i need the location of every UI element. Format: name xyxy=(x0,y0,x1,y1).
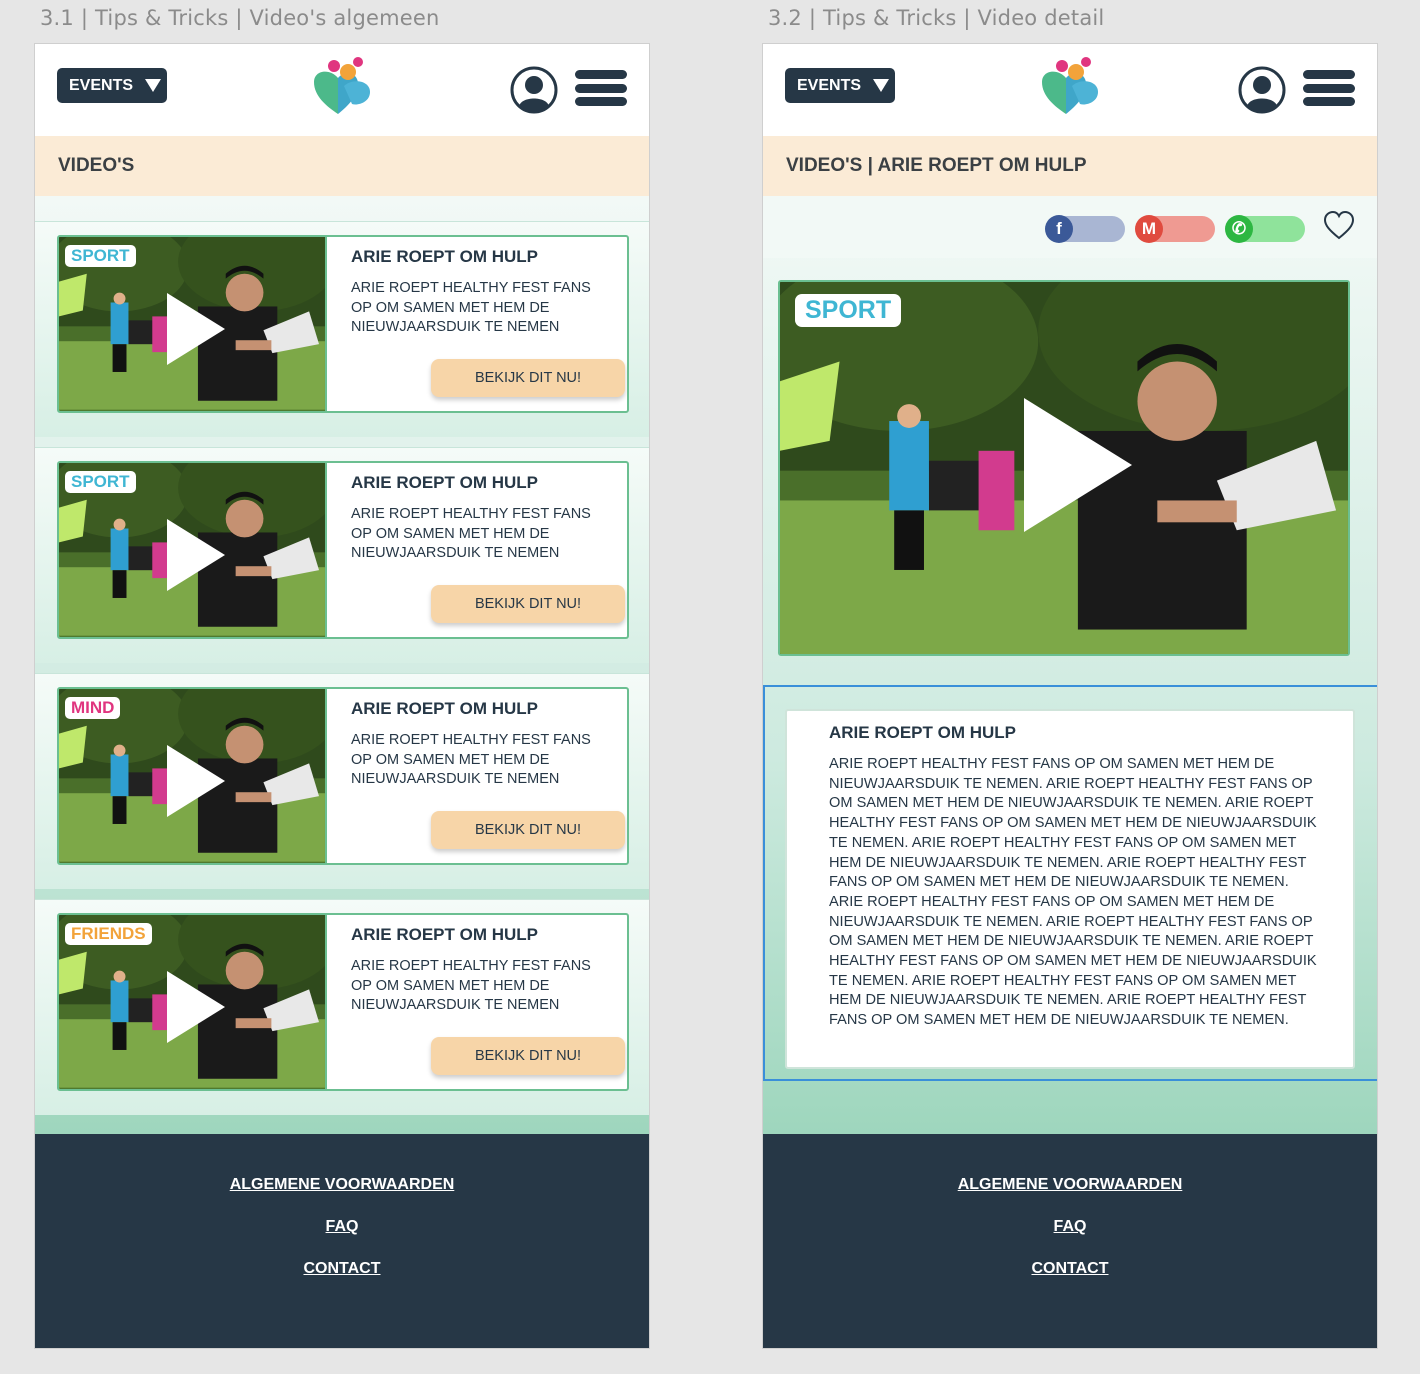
artboard-label-list: 3.1 | Tips & Tricks | Video's algemeen xyxy=(40,6,440,30)
description-text: ARIE ROEPT HEALTHY FEST FANS OP OM SAMEN… xyxy=(829,756,1317,1029)
footer-link-terms[interactable]: ALGEMENE VOORWAARDEN xyxy=(763,1176,1377,1194)
category-tag: MIND xyxy=(65,697,121,719)
footer: ALGEMENE VOORWAARDEN FAQ CONTACT xyxy=(35,1134,649,1348)
video-detail-screen: EVENTS VIDEO'S | ARIE ROEPT OM HULP f M … xyxy=(762,43,1378,1349)
video-card[interactable]: FRIENDS ARIE ROEPT OM HULP ARIE ROEPT HE… xyxy=(57,913,629,1091)
gmail-icon: M xyxy=(1135,215,1163,243)
footer-link-contact[interactable]: CONTACT xyxy=(763,1260,1377,1278)
play-icon[interactable] xyxy=(167,293,225,365)
video-card[interactable]: MIND ARIE ROEPT OM HULP ARIE ROEPT HEALT… xyxy=(57,687,629,865)
whatsapp-icon: ✆ xyxy=(1225,215,1253,243)
share-bar: f M ✆ xyxy=(763,196,1377,258)
footer: ALGEMENE VOORWAARDEN FAQ CONTACT xyxy=(763,1134,1377,1348)
play-icon[interactable] xyxy=(1024,398,1132,532)
video-list-section: MIND ARIE ROEPT OM HULP ARIE ROEPT HEALT… xyxy=(35,673,649,889)
category-tag: SPORT xyxy=(65,471,136,493)
video-list-section: FRIENDS ARIE ROEPT OM HULP ARIE ROEPT HE… xyxy=(35,899,649,1115)
events-dropdown-button[interactable]: EVENTS xyxy=(785,68,895,103)
footer-link-contact[interactable]: CONTACT xyxy=(35,1260,649,1278)
video-thumbnail[interactable]: SPORT xyxy=(59,237,327,411)
artboard-label-detail: 3.2 | Tips & Tricks | Video detail xyxy=(768,6,1105,30)
caret-down-icon xyxy=(873,79,890,92)
video-thumbnail[interactable]: MIND xyxy=(59,689,327,863)
events-label: EVENTS xyxy=(797,76,862,94)
share-whatsapp-button[interactable]: ✆ xyxy=(1225,215,1305,243)
header: EVENTS xyxy=(763,44,1377,136)
hamburger-menu-icon[interactable] xyxy=(1303,70,1355,108)
video-summary: ARIE ROEPT HEALTHY FEST FANS OP OM SAMEN… xyxy=(351,280,591,335)
healthy-fest-heart-logo[interactable] xyxy=(1036,52,1104,120)
watch-now-button[interactable]: BEKIJK DIT NU! xyxy=(431,1037,625,1075)
video-title: ARIE ROEPT OM HULP xyxy=(351,473,539,492)
user-icon[interactable] xyxy=(510,66,558,114)
video-list-section: SPORT ARIE ROEPT OM HULP ARIE ROEPT HEAL… xyxy=(35,447,649,663)
description-section: ARIE ROEPT OM HULP ARIE ROEPT HEALTHY FE… xyxy=(763,685,1377,1081)
video-title: ARIE ROEPT OM HULP xyxy=(351,925,539,944)
video-title: ARIE ROEPT OM HULP xyxy=(351,699,539,718)
footer-link-terms[interactable]: ALGEMENE VOORWAARDEN xyxy=(35,1176,649,1194)
events-label: EVENTS xyxy=(69,76,134,94)
watch-now-button[interactable]: BEKIJK DIT NU! xyxy=(431,811,625,849)
category-tag: SPORT xyxy=(65,245,136,267)
user-icon[interactable] xyxy=(1238,66,1286,114)
video-list-section: SPORT ARIE ROEPT OM HULP ARIE ROEPT HEAL… xyxy=(35,221,649,437)
video-summary: ARIE ROEPT HEALTHY FEST FANS OP OM SAMEN… xyxy=(351,506,591,561)
play-icon[interactable] xyxy=(167,745,225,817)
video-summary: ARIE ROEPT HEALTHY FEST FANS OP OM SAMEN… xyxy=(351,958,591,1013)
caret-down-icon xyxy=(145,79,162,92)
healthy-fest-heart-logo[interactable] xyxy=(308,52,376,120)
share-facebook-button[interactable]: f xyxy=(1045,215,1125,243)
events-dropdown-button[interactable]: EVENTS xyxy=(57,68,167,103)
video-card[interactable]: SPORT ARIE ROEPT OM HULP ARIE ROEPT HEAL… xyxy=(57,461,629,639)
video-list-screen: EVENTS VIDEO'S SPORT ARIE ROEPT OM HULP … xyxy=(34,43,650,1349)
page-title: VIDEO'S xyxy=(35,136,649,196)
watch-now-button[interactable]: BEKIJK DIT NU! xyxy=(431,359,625,397)
footer-link-faq[interactable]: FAQ xyxy=(35,1218,649,1236)
video-thumbnail[interactable]: FRIENDS xyxy=(59,915,327,1089)
page-title: VIDEO'S | ARIE ROEPT OM HULP xyxy=(763,136,1377,196)
video-thumbnail[interactable]: SPORT xyxy=(59,463,327,637)
category-tag: SPORT xyxy=(795,294,902,327)
facebook-icon: f xyxy=(1045,215,1073,243)
play-icon[interactable] xyxy=(167,971,225,1043)
footer-link-faq[interactable]: FAQ xyxy=(763,1218,1377,1236)
play-icon[interactable] xyxy=(167,519,225,591)
header: EVENTS xyxy=(35,44,649,136)
heart-favorite-icon[interactable] xyxy=(1323,210,1355,242)
video-summary: ARIE ROEPT HEALTHY FEST FANS OP OM SAMEN… xyxy=(351,732,591,787)
category-tag: FRIENDS xyxy=(65,923,152,945)
video-card[interactable]: SPORT ARIE ROEPT OM HULP ARIE ROEPT HEAL… xyxy=(57,235,629,413)
hamburger-menu-icon[interactable] xyxy=(575,70,627,108)
description-card: ARIE ROEPT OM HULP ARIE ROEPT HEALTHY FE… xyxy=(785,709,1355,1069)
share-gmail-button[interactable]: M xyxy=(1135,215,1215,243)
video-player[interactable]: SPORT xyxy=(778,280,1350,656)
video-title: ARIE ROEPT OM HULP xyxy=(351,247,539,266)
watch-now-button[interactable]: BEKIJK DIT NU! xyxy=(431,585,625,623)
description-title: ARIE ROEPT OM HULP xyxy=(829,723,1017,742)
